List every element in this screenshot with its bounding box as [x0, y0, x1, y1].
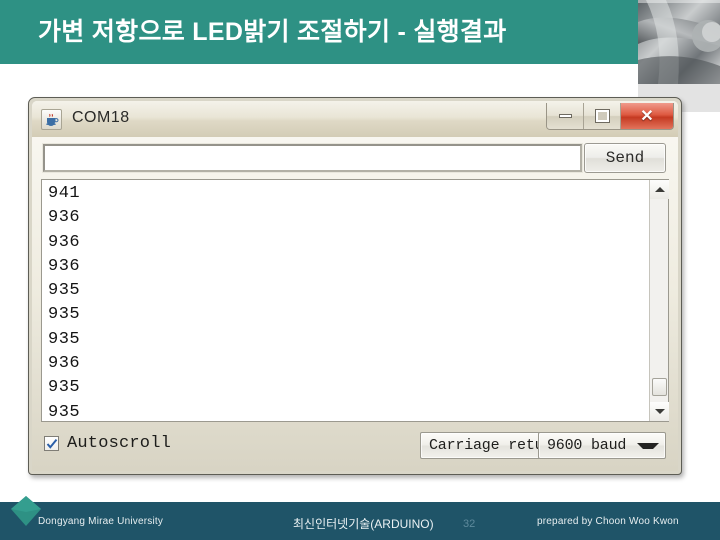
console-line: 936 — [48, 232, 81, 252]
footer-university: Dongyang Mirae University — [38, 516, 164, 527]
close-icon: ✕ — [640, 108, 654, 125]
console-line: 935 — [48, 402, 81, 421]
console-output[interactable]: 941 936 936 936 935 935 935 936 935 935 — [42, 180, 649, 421]
scroll-up-icon — [654, 187, 665, 192]
console-line: 935 — [48, 281, 81, 301]
console-line: 936 — [48, 208, 81, 228]
console-area: 941 936 936 936 935 935 935 936 935 935 — [41, 179, 669, 422]
university-logo — [9, 494, 43, 528]
console-line: 936 — [48, 354, 81, 374]
send-button[interactable]: Send — [584, 143, 666, 173]
header-decorative-photo — [638, 0, 720, 84]
footer-bar: Dongyang Mirae University 최신인터넷기술(ARDUIN… — [0, 504, 720, 540]
send-row: Send — [32, 137, 678, 179]
page-number: 32 — [463, 518, 476, 530]
scroll-down-button[interactable] — [650, 402, 669, 421]
close-button[interactable]: ✕ — [621, 103, 673, 129]
chevron-down-icon — [637, 442, 659, 449]
window-controls: ✕ — [546, 103, 674, 130]
maximize-icon — [594, 109, 610, 123]
scrollbar-thumb[interactable] — [652, 378, 667, 396]
baud-rate-dropdown[interactable]: 9600 baud — [538, 432, 666, 459]
footer-author: prepared by Choon Woo Kwon — [537, 516, 679, 527]
java-coffee-cup-icon — [41, 109, 62, 130]
checkbox-box — [44, 436, 59, 451]
slide: 가변 저항으로 LED밝기 조절하기 - 실행결과 COM18 ✕ Send 9… — [0, 0, 720, 540]
window-title: COM18 — [72, 109, 130, 126]
serial-monitor-window: COM18 ✕ Send 941 936 936 936 935 935 935… — [28, 97, 682, 475]
autoscroll-label: Autoscroll — [67, 434, 172, 453]
check-icon — [46, 438, 58, 449]
page-title: 가변 저항으로 LED밝기 조절하기 - 실행결과 — [38, 18, 507, 46]
minimize-icon — [558, 114, 572, 118]
baud-rate-value: 9600 baud — [547, 437, 627, 454]
maximize-button[interactable] — [584, 103, 621, 129]
autoscroll-checkbox[interactable]: Autoscroll — [44, 434, 171, 453]
send-input-wrapper — [42, 143, 583, 173]
minimize-button[interactable] — [547, 103, 584, 129]
console-scrollbar[interactable] — [649, 180, 669, 421]
console-line: 935 — [48, 329, 81, 349]
console-line: 941 — [48, 184, 81, 203]
header-divider — [0, 64, 638, 69]
console-line: 935 — [48, 305, 81, 325]
footer-course: 최신인터넷기술(ARDUINO) — [293, 517, 434, 531]
send-input[interactable] — [45, 146, 580, 170]
bottom-bar: Autoscroll Carriage return 9600 baud — [32, 424, 678, 470]
scroll-down-icon — [654, 409, 665, 414]
console-line: 935 — [48, 378, 81, 398]
scroll-up-button[interactable] — [650, 180, 669, 199]
window-titlebar[interactable]: COM18 ✕ — [32, 101, 678, 137]
console-line: 936 — [48, 256, 81, 276]
